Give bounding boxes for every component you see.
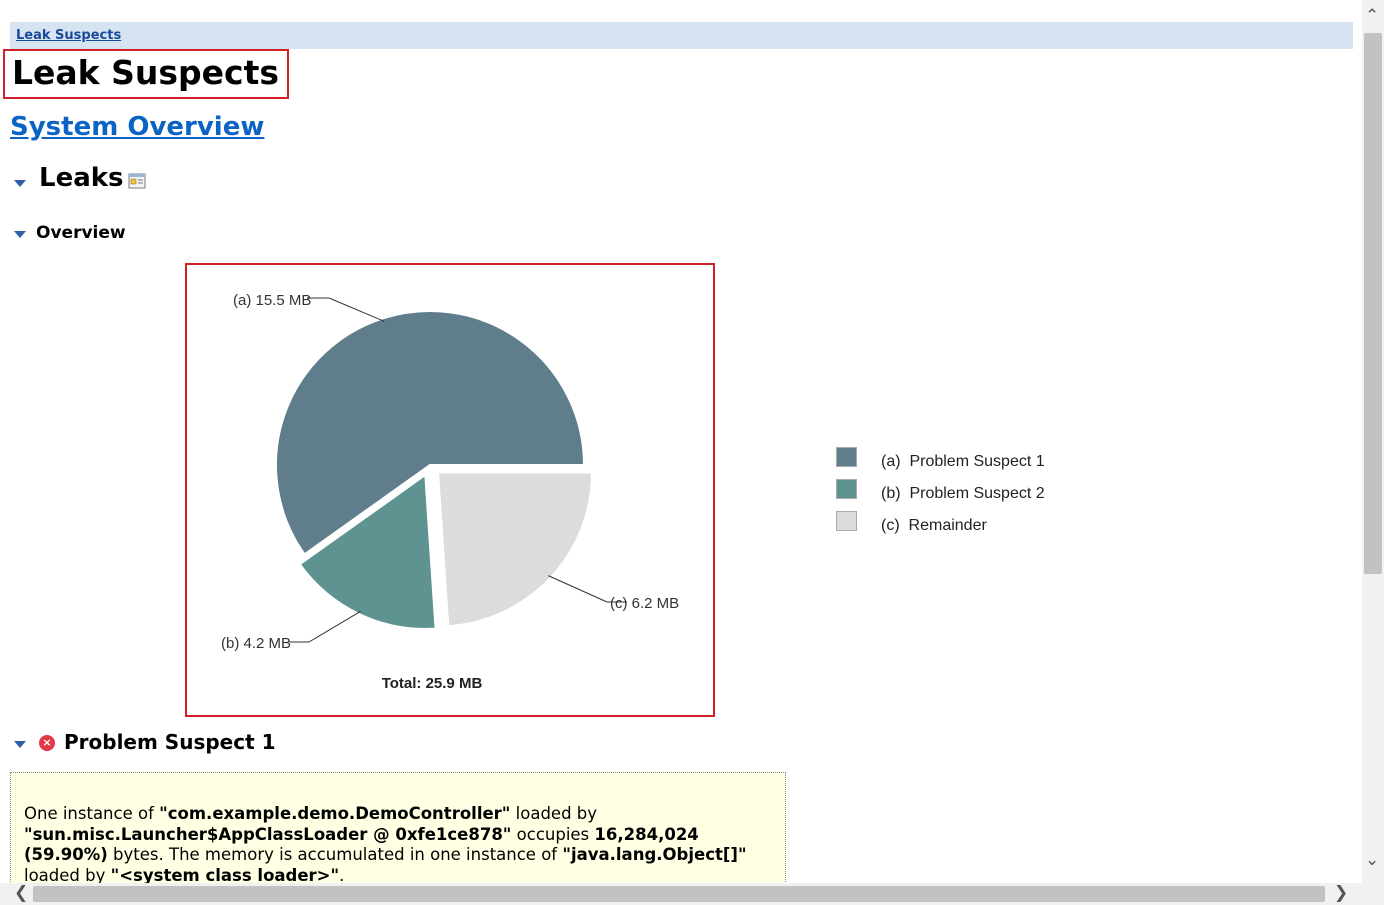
chart-legend: (a) Problem Suspect 1 (b) Problem Suspect… <box>836 447 1096 543</box>
legend-label-c: (c) Remainder <box>881 517 987 534</box>
leader-line-c <box>548 575 608 603</box>
system-overview-link[interactable]: System Overview <box>10 112 264 142</box>
error-icon: × <box>39 735 55 751</box>
leaks-heading: Leaks <box>39 163 124 193</box>
vertical-scrollbar[interactable]: ⌃ ⌄ <box>1362 0 1384 905</box>
legend-label-a: (a) Problem Suspect 1 <box>881 453 1045 470</box>
overview-collapse-icon[interactable] <box>14 231 26 238</box>
scroll-left-icon[interactable]: ❮ <box>14 885 28 902</box>
page-title-highlight: Leak Suspects <box>3 49 289 99</box>
slice-label-a: (a) 15.5 MB <box>233 292 311 309</box>
pie-slice-c <box>436 471 594 628</box>
leader-line-b <box>308 610 361 643</box>
legend-swatch-a <box>836 447 857 467</box>
slice-label-b: (b) 4.2 MB <box>221 635 291 652</box>
legend-item-c: (c) Remainder <box>836 511 1096 543</box>
pie-chart: (a) 15.5 MB (b) 4.2 MB (c) 6.2 MB Total: 2… <box>185 263 715 717</box>
legend-swatch-b <box>836 479 857 499</box>
pie-chart-svg: (a) 15.5 MB (b) 4.2 MB (c) 6.2 MB Total: 2… <box>221 292 679 692</box>
scroll-down-icon[interactable]: ⌄ <box>1365 852 1379 869</box>
vertical-scroll-thumb[interactable] <box>1364 33 1382 574</box>
breadcrumb: Leak Suspects <box>10 22 1353 49</box>
legend-item-a: (a) Problem Suspect 1 <box>836 447 1096 479</box>
scroll-up-icon[interactable]: ⌃ <box>1365 8 1379 25</box>
horizontal-scrollbar[interactable]: ❮ ❯ <box>0 883 1362 905</box>
slice-label-c: (c) 6.2 MB <box>610 595 679 612</box>
breadcrumb-link-leak-suspects[interactable]: Leak Suspects <box>16 28 121 43</box>
legend-label-b: (b) Problem Suspect 2 <box>881 485 1045 502</box>
legend-swatch-c <box>836 511 857 531</box>
page-title: Leak Suspects <box>12 53 279 92</box>
scroll-right-icon[interactable]: ❯ <box>1334 885 1348 902</box>
problem-suspect-collapse-icon[interactable] <box>14 741 26 748</box>
leader-line-a <box>328 297 385 322</box>
legend-item-b: (b) Problem Suspect 2 <box>836 479 1096 511</box>
problem-suspect-1-heading: Problem Suspect 1 <box>64 730 276 754</box>
leaks-collapse-icon[interactable] <box>14 180 26 187</box>
chart-total-label: Total: 25.9 MB <box>382 675 483 692</box>
horizontal-scroll-thumb[interactable] <box>33 886 1325 902</box>
suspect-description-text: One instance of "com.example.demo.DemoCo… <box>24 804 747 885</box>
details-icon[interactable] <box>128 173 146 189</box>
overview-heading: Overview <box>36 223 126 243</box>
